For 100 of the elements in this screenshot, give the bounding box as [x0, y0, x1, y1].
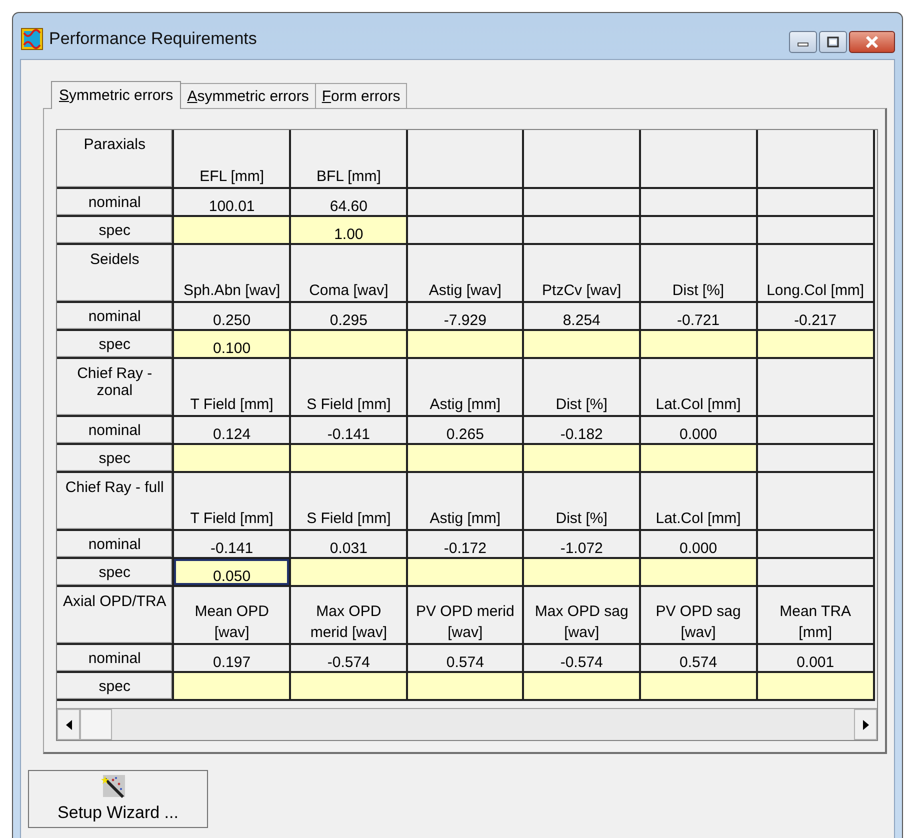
- table-cell: -0.574: [523, 644, 640, 672]
- horizontal-scrollbar[interactable]: [57, 708, 877, 740]
- row-header: nominal: [57, 302, 174, 330]
- column-header: Lat.Col [mm]: [640, 472, 757, 530]
- right-arrow-icon: [862, 720, 868, 730]
- tab[interactable]: Symmetric errors: [51, 81, 182, 109]
- spec-input-cell[interactable]: [640, 672, 757, 700]
- close-icon: [864, 36, 880, 48]
- column-header: Astig [mm]: [406, 358, 524, 416]
- spec-input-cell[interactable]: [523, 672, 640, 700]
- spec-input-cell[interactable]: [756, 330, 874, 358]
- spec-input-cell[interactable]: [290, 558, 407, 586]
- spec-input-cell[interactable]: [523, 444, 640, 472]
- table-cell: -0.141: [173, 530, 290, 558]
- table-cell: 0.000: [640, 530, 757, 558]
- table-cell: 0.295: [290, 302, 407, 330]
- table-cell: -7.929: [406, 302, 524, 330]
- row-header: spec: [57, 444, 174, 472]
- spec-input-cell[interactable]: [640, 558, 757, 586]
- column-header: PV OPD sag [wav]: [640, 586, 757, 644]
- column-header: Max OPD sag [wav]: [523, 586, 640, 644]
- column-header: Mean TRA [mm]: [756, 586, 874, 644]
- scroll-right-button[interactable]: [854, 709, 877, 740]
- row-header: Chief Ray - zonal: [57, 358, 174, 416]
- spec-input-cell[interactable]: [173, 444, 290, 472]
- row-header: nominal: [57, 530, 174, 558]
- maximize-icon: [826, 36, 840, 48]
- table-cell: 0.574: [640, 644, 757, 672]
- spec-input-cell[interactable]: [290, 672, 407, 700]
- row-header: spec: [57, 672, 174, 700]
- table-cell: -0.574: [290, 644, 407, 672]
- row-header: Paraxials: [57, 130, 174, 188]
- column-header: PtzCv [wav]: [523, 244, 640, 302]
- spec-input-cell[interactable]: [173, 216, 290, 244]
- scroll-thumb[interactable]: [80, 709, 112, 740]
- table-cell: -0.172: [406, 530, 524, 558]
- column-header: T Field [mm]: [173, 358, 290, 416]
- spec-input-cell[interactable]: [640, 444, 757, 472]
- column-header: Lat.Col [mm]: [640, 358, 757, 416]
- column-header: S Field [mm]: [290, 358, 407, 416]
- table-cell: 100.01: [173, 188, 290, 216]
- tab[interactable]: Form errors: [314, 83, 408, 108]
- column-header: Mean OPD [wav]: [173, 586, 290, 644]
- left-arrow-icon: [66, 720, 72, 730]
- row-header: spec: [57, 330, 174, 358]
- spec-input-cell[interactable]: 1.00: [290, 216, 407, 244]
- column-header: S Field [mm]: [290, 472, 407, 530]
- column-header: Dist [%]: [523, 358, 640, 416]
- column-header: Max OPD merid [wav]: [290, 586, 407, 644]
- table-cell: 8.254: [523, 302, 640, 330]
- spec-input-cell[interactable]: [406, 558, 524, 586]
- spec-input-cell[interactable]: [290, 330, 407, 358]
- scroll-left-button[interactable]: [57, 709, 80, 740]
- column-header: EFL [mm]: [173, 130, 290, 188]
- table-cell: 0.250: [173, 302, 290, 330]
- column-header: Dist [%]: [523, 472, 640, 530]
- spec-input-cell[interactable]: [173, 672, 290, 700]
- table-cell: 0.574: [406, 644, 524, 672]
- spec-input-cell[interactable]: [756, 672, 874, 700]
- spec-input-cell[interactable]: [406, 330, 524, 358]
- row-header: Axial OPD/TRA: [57, 586, 174, 644]
- minimize-button[interactable]: [789, 31, 817, 53]
- column-header: Coma [wav]: [290, 244, 407, 302]
- spec-input-cell[interactable]: [640, 330, 757, 358]
- spec-input-cell[interactable]: [406, 672, 524, 700]
- row-header: nominal: [57, 416, 174, 444]
- table-cell: -0.217: [756, 302, 874, 330]
- row-header: spec: [57, 558, 174, 586]
- table-cell: 0.000: [640, 416, 757, 444]
- row-header: spec: [57, 216, 174, 244]
- table-cell: 0.001: [756, 644, 874, 672]
- spec-input-cell[interactable]: 0.100: [173, 330, 290, 358]
- column-header: Astig [mm]: [406, 472, 524, 530]
- table-cell: -0.141: [290, 416, 407, 444]
- table-cell: 0.265: [406, 416, 524, 444]
- row-header: nominal: [57, 188, 174, 216]
- spec-input-cell[interactable]: [523, 330, 640, 358]
- table-cell: 64.60: [290, 188, 407, 216]
- column-header: Long.Col [mm]: [756, 244, 874, 302]
- table-cell: 0.124: [173, 416, 290, 444]
- table-cell: -0.182: [523, 416, 640, 444]
- table-cell: -0.721: [640, 302, 757, 330]
- row-header: nominal: [57, 644, 174, 672]
- spec-input-cell[interactable]: [523, 558, 640, 586]
- column-header: PV OPD merid [wav]: [406, 586, 524, 644]
- spec-input-cell[interactable]: [406, 444, 524, 472]
- app-icon: [21, 28, 43, 50]
- table-cell: 0.197: [173, 644, 290, 672]
- setup-wizard-button[interactable]: Setup Wizard ...: [28, 770, 208, 828]
- maximize-button[interactable]: [819, 31, 847, 53]
- column-header: Dist [%]: [640, 244, 757, 302]
- window-title: Performance Requirements: [49, 29, 257, 49]
- column-header: T Field [mm]: [173, 472, 290, 530]
- spec-input-cell[interactable]: [290, 444, 407, 472]
- spec-input-cell[interactable]: 0.050: [173, 558, 290, 586]
- close-button[interactable]: [849, 31, 895, 53]
- table-cell: -1.072: [523, 530, 640, 558]
- row-header: Seidels: [57, 244, 174, 302]
- table-cell: 0.031: [290, 530, 407, 558]
- row-header: Chief Ray - full: [57, 472, 174, 530]
